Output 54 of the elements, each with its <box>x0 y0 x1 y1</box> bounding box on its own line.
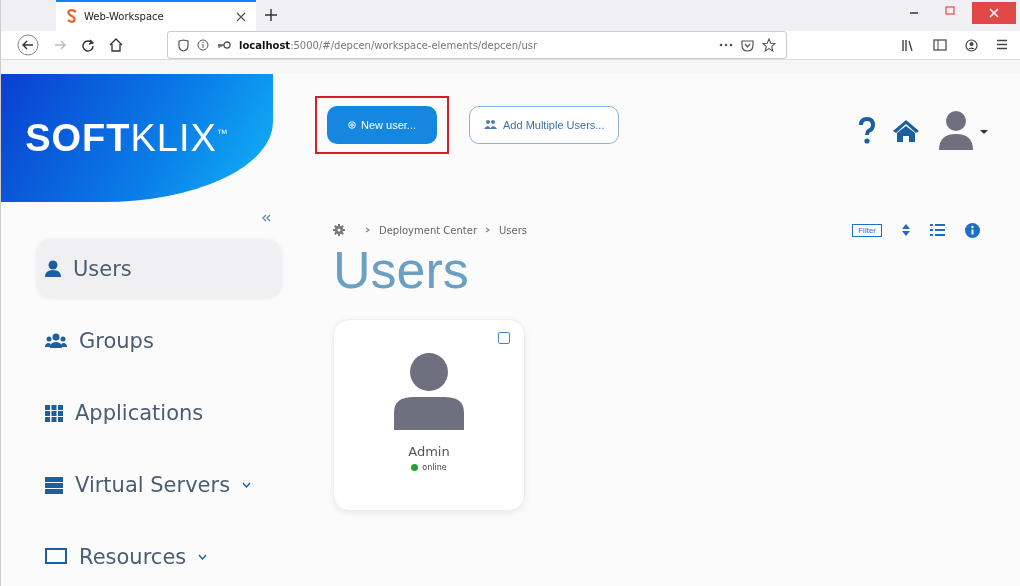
url-text: localhost:5000/#/depcen/workspace-elements/depcen/usr <box>239 39 538 51</box>
pocket-icon[interactable] <box>741 38 754 52</box>
sidebar-item[interactable]: Users <box>37 240 281 298</box>
address-field[interactable]: localhost:5000/#/depcen/workspace-elements/depcen/usr <box>167 31 787 59</box>
header-button[interactable]: Add Multiple Users... <box>469 106 620 144</box>
library-icon[interactable] <box>901 38 915 52</box>
shield-icon <box>178 38 189 52</box>
key-icon <box>217 40 231 50</box>
sort-icon[interactable] <box>902 224 910 236</box>
home-icon[interactable] <box>109 38 123 52</box>
home-icon[interactable] <box>892 119 920 143</box>
sidebar-item[interactable]: Groups <box>37 312 281 370</box>
grid-icon <box>45 404 63 422</box>
sidebar-item[interactable]: Applications <box>37 384 281 442</box>
close-icon[interactable] <box>236 11 246 22</box>
help-icon[interactable] <box>858 117 876 145</box>
user-avatar-icon <box>394 352 464 431</box>
settings-icon[interactable] <box>333 224 345 236</box>
avatar-icon[interactable] <box>936 110 990 152</box>
user-name: Admin <box>408 444 450 460</box>
info-icon <box>197 39 209 51</box>
user-icon <box>45 260 61 278</box>
user-card[interactable]: Admin online <box>333 319 525 512</box>
sidebar-item[interactable]: Resources <box>37 528 281 586</box>
group-icon <box>45 333 67 349</box>
sidebar-icon[interactable] <box>933 38 947 51</box>
star-icon[interactable] <box>762 38 776 52</box>
monitor-icon <box>45 548 67 566</box>
browser-tab[interactable]: Web-Workspace <box>56 0 256 31</box>
site-logo-icon <box>66 8 78 25</box>
page-title: Users <box>333 242 470 300</box>
checkbox[interactable] <box>498 332 510 345</box>
separator-icon <box>485 227 491 233</box>
account-icon[interactable] <box>965 38 978 52</box>
reload-icon[interactable] <box>81 38 95 52</box>
list-icon[interactable] <box>930 224 945 236</box>
plus-icon <box>348 121 356 129</box>
menu-icon[interactable] <box>996 38 1008 50</box>
filter-button[interactable]: Filter <box>852 223 882 237</box>
breadcrumb-link[interactable]: Users <box>499 224 528 236</box>
header-button[interactable]: New user... <box>327 106 437 144</box>
collapse-icon[interactable] <box>261 214 271 222</box>
back-icon[interactable] <box>17 34 39 56</box>
status-text: online <box>422 463 447 473</box>
logo-text: SOFTKLIX$^{™}$ <box>25 116 229 160</box>
breadcrumb-link[interactable]: Deployment Center <box>379 224 477 236</box>
users-icon <box>484 119 498 131</box>
server-icon <box>45 476 63 494</box>
maximize-icon[interactable] <box>944 5 956 17</box>
info-icon[interactable] <box>965 222 980 238</box>
sidebar-item[interactable]: Virtual Servers <box>37 456 281 514</box>
new-tab-icon[interactable] <box>264 8 278 22</box>
more-icon[interactable] <box>719 43 733 47</box>
separator-icon <box>365 227 371 233</box>
